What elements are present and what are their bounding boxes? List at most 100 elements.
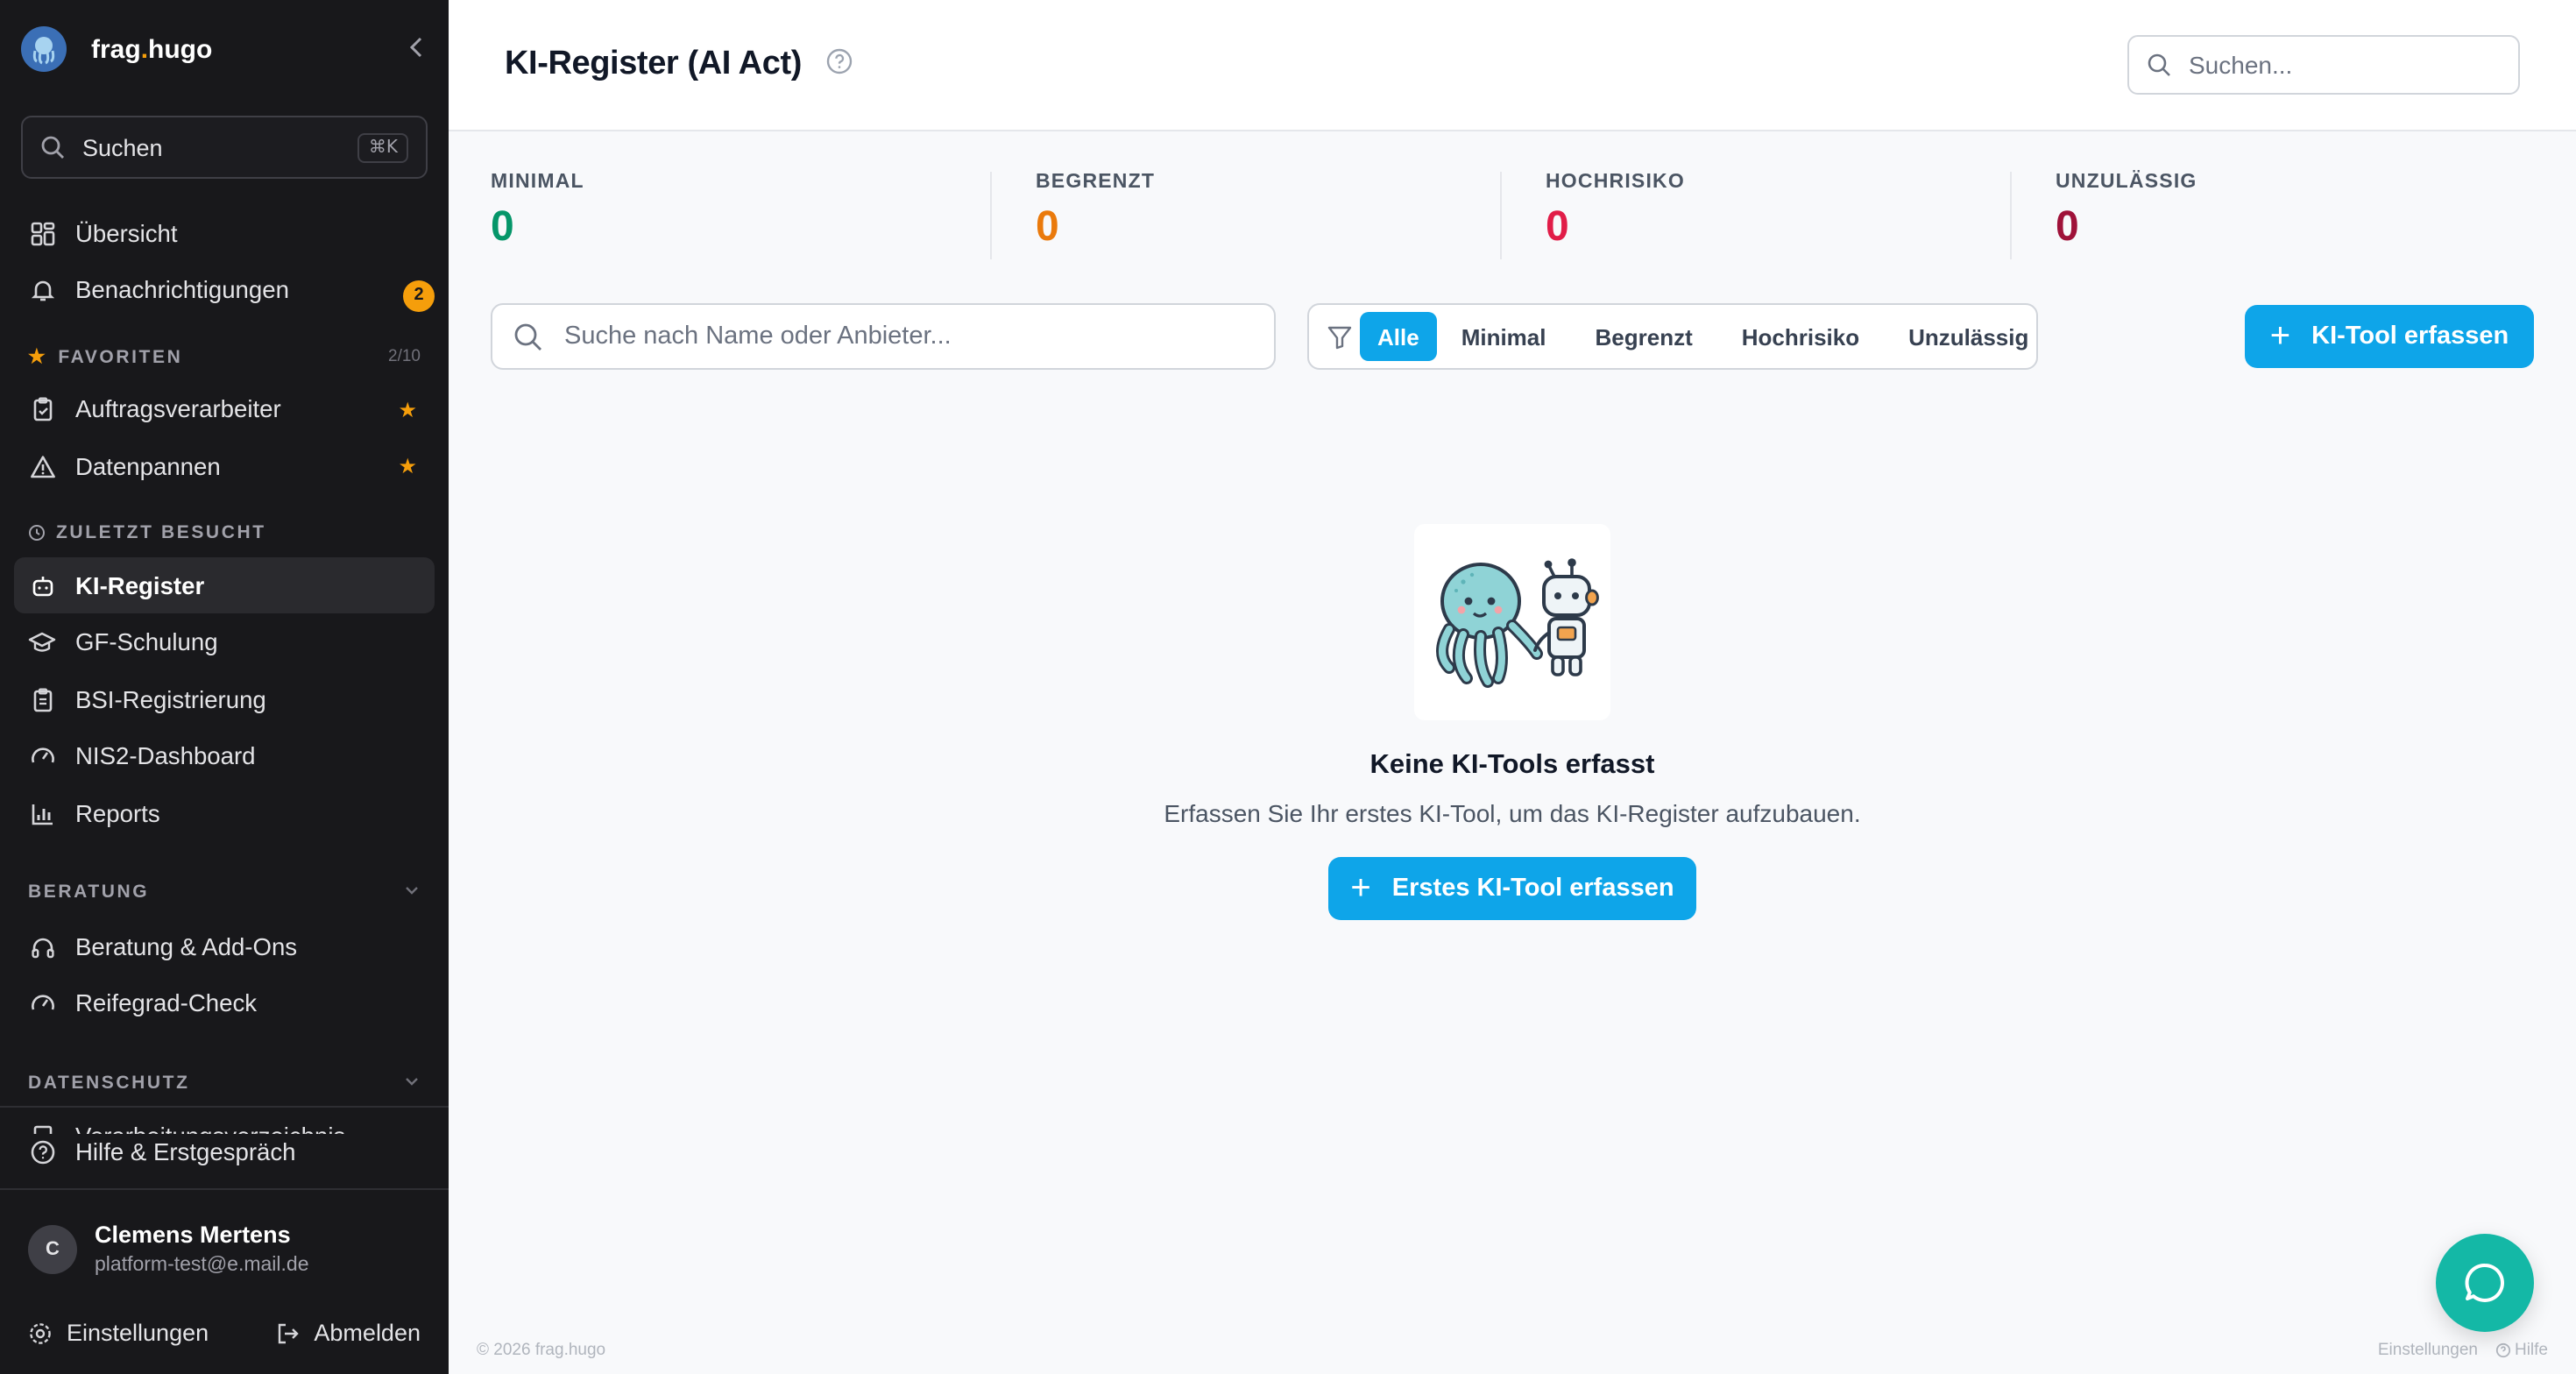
- favorites-count: 2/10: [388, 347, 421, 366]
- logout-icon: [279, 1322, 300, 1343]
- sidebar-item-label: Reports: [75, 800, 160, 826]
- empty-state-subtitle: Erfassen Sie Ihr erstes KI-Tool, um das …: [1164, 799, 1861, 827]
- sidebar-item-label: Reifegrad-Check: [75, 990, 258, 1016]
- favorite-star-icon[interactable]: ★: [398, 454, 417, 478]
- help-circle-icon[interactable]: [826, 46, 854, 83]
- sidebar-item-benachrichtigungen[interactable]: Benachrichtigungen 2: [14, 262, 435, 318]
- gauge-icon: [28, 989, 56, 1017]
- topbar: KI-Register (AI Act): [449, 0, 2576, 131]
- section-datenschutz[interactable]: DATENSCHUTZ: [0, 1065, 449, 1100]
- sidebar-item-label: Übersicht: [75, 220, 178, 246]
- filter-option-unzulaessig[interactable]: Unzulässig: [1884, 312, 2053, 361]
- brand[interactable]: frag.hugo: [0, 0, 449, 98]
- section-favoriten: ★ FAVORITEN 2/10: [28, 346, 421, 368]
- user-name: Clemens Mertens: [95, 1222, 291, 1248]
- notification-badge: 2: [403, 280, 435, 311]
- filter-option-alle[interactable]: Alle: [1360, 312, 1437, 361]
- header-search-input[interactable]: [2189, 51, 2501, 79]
- filter-option-minimal[interactable]: Minimal: [1437, 312, 1571, 361]
- help-circle-icon: [2495, 1342, 2511, 1358]
- footer-links: Einstellungen Hilfe: [2378, 1341, 2548, 1360]
- sidebar-search[interactable]: Suchen ⌘K: [21, 116, 428, 179]
- avatar[interactable]: C: [28, 1225, 77, 1274]
- sidebar-item-bsi-registrierung[interactable]: BSI-Registrierung: [14, 671, 435, 727]
- empty-state-title: Keine KI-Tools erfasst: [1369, 750, 1655, 780]
- sidebar-item-ki-register[interactable]: KI-Register: [14, 557, 435, 613]
- help-circle-icon: [28, 1137, 56, 1165]
- search-icon: [2148, 53, 2170, 76]
- sidebar-item-label: Datenpannen: [75, 453, 221, 479]
- sidebar-help-area: Hilfe & Erstgespräch: [0, 1106, 449, 1180]
- stat-hochrisiko: HOCHRISIKO 0: [1546, 172, 1685, 251]
- sidebar-search-label: Suchen: [82, 134, 163, 160]
- octopus-logo-icon: [21, 26, 67, 72]
- warning-icon: [28, 452, 56, 480]
- sidebar-item-nis2-dashboard[interactable]: NIS2-Dashboard: [14, 728, 435, 784]
- sidebar-item-beratung-addons[interactable]: Beratung & Add-Ons: [14, 918, 435, 974]
- tool-search-input[interactable]: [564, 322, 1253, 351]
- filter-bar: Alle Minimal Begrenzt Hochrisiko Unzuläs…: [491, 303, 2534, 370]
- sidebar-item-label: KI-Register: [75, 572, 205, 598]
- filter-option-hochrisiko[interactable]: Hochrisiko: [1717, 312, 1884, 361]
- sidebar-item-label: Beratung & Add-Ons: [75, 933, 298, 960]
- chat-launcher-button[interactable]: [2436, 1234, 2534, 1332]
- filter-icon: [1327, 323, 1353, 350]
- brand-name: frag.hugo: [91, 34, 213, 64]
- tool-search[interactable]: [491, 303, 1276, 370]
- sidebar-item-gf-schulung[interactable]: GF-Schulung: [14, 614, 435, 670]
- sidebar-item-label: BSI-Registrierung: [75, 686, 266, 712]
- bell-icon: [28, 276, 56, 304]
- user-email: platform-test@e.mail.de: [95, 1255, 309, 1276]
- robot-icon: [28, 571, 56, 599]
- sidebar-item-reifegrad-check[interactable]: Reifegrad-Check: [14, 975, 435, 1031]
- logout-link[interactable]: Abmelden: [275, 1320, 421, 1346]
- footer-copyright: © 2026 frag.hugo: [477, 1341, 606, 1360]
- sidebar-item-label: Auftragsverarbeiter: [75, 396, 281, 422]
- shortcut-hint: ⌘K: [357, 132, 408, 162]
- star-icon: ★: [28, 347, 48, 368]
- sidebar-item-datenpannen[interactable]: Datenpannen ★: [14, 438, 435, 494]
- sidebar-item-label: GF-Schulung: [75, 629, 218, 655]
- collapse-sidebar-icon[interactable]: [407, 35, 428, 60]
- search-icon: [514, 322, 541, 350]
- sidebar-item-uebersicht[interactable]: Übersicht: [14, 205, 435, 261]
- first-ki-tool-button[interactable]: + Erstes KI-Tool erfassen: [1328, 857, 1696, 920]
- sidebar-item-label: NIS2-Dashboard: [75, 743, 256, 769]
- sidebar-item-auftragsverarbeiter[interactable]: Auftragsverarbeiter ★: [14, 381, 435, 437]
- section-zuletzt-besucht: ZULETZT BESUCHT: [0, 515, 449, 550]
- add-ki-tool-button[interactable]: + KI-Tool erfassen: [2245, 305, 2534, 368]
- clipboard-list-icon: [28, 685, 56, 713]
- clock-icon: [28, 524, 46, 542]
- user-panel: C Clemens Mertens platform-test@e.mail.d…: [0, 1188, 449, 1374]
- empty-state: Keine KI-Tools erfasst Erfassen Sie Ihr …: [449, 524, 2576, 920]
- help-label: Hilfe & Erstgespräch: [75, 1138, 296, 1165]
- chevron-down-icon[interactable]: [403, 1072, 421, 1093]
- stat-minimal: MINIMAL 0: [491, 172, 584, 251]
- footer-help-link[interactable]: Hilfe: [2495, 1341, 2548, 1360]
- favorite-star-icon[interactable]: ★: [398, 397, 417, 421]
- chevron-down-icon[interactable]: [403, 882, 421, 903]
- bar-chart-icon: [28, 799, 56, 827]
- header-search[interactable]: [2127, 35, 2520, 95]
- help-link[interactable]: Hilfe & Erstgespräch: [14, 1123, 435, 1179]
- main-content: KI-Register (AI Act) MINIMAL 0 BEGRENZT …: [449, 0, 2576, 1374]
- plus-icon: +: [2269, 317, 2291, 356]
- graduation-cap-icon: [28, 628, 56, 656]
- sidebar: frag.hugo Suchen ⌘K Übersicht Benachrich…: [0, 0, 449, 1374]
- section-beratung[interactable]: BERATUNG: [0, 875, 449, 910]
- filter-option-begrenzt[interactable]: Begrenzt: [1571, 312, 1717, 361]
- grid-icon: [28, 219, 56, 247]
- stat-unzulaessig: UNZULÄSSIG 0: [2056, 172, 2197, 251]
- page-title: KI-Register (AI Act): [505, 46, 802, 82]
- octopus-robot-illustration: [1414, 524, 1610, 720]
- chat-bubble-icon: [2465, 1263, 2504, 1302]
- search-icon: [41, 136, 64, 159]
- gauge-icon: [28, 742, 56, 770]
- settings-link[interactable]: Einstellungen: [28, 1320, 209, 1346]
- footer-settings-link[interactable]: Einstellungen: [2378, 1341, 2478, 1360]
- plus-icon: +: [1350, 869, 1371, 908]
- sidebar-item-reports[interactable]: Reports: [14, 785, 435, 841]
- gear-icon: [30, 1322, 51, 1343]
- headphones-icon: [28, 932, 56, 960]
- sidebar-item-label: Benachrichtigungen: [75, 277, 289, 303]
